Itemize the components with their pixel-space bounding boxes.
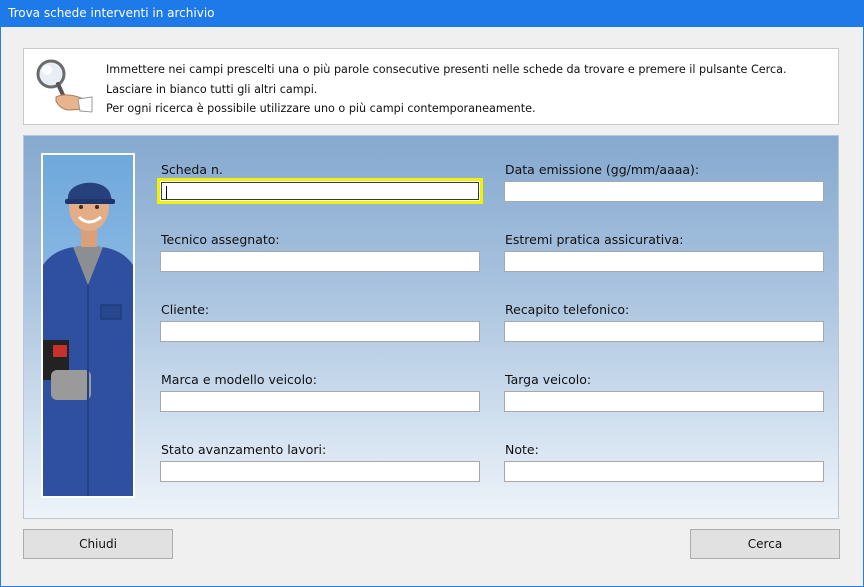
window-title: Trova schede interventi in archivio bbox=[0, 0, 864, 27]
pratica-assicurativa-label: Estremi pratica assicurativa: bbox=[505, 232, 684, 247]
instructions-box: Immettere nei campi prescelti una o più … bbox=[23, 48, 839, 125]
marca-modello-label: Marca e modello veicolo: bbox=[161, 372, 317, 387]
cliente-label: Cliente: bbox=[161, 302, 210, 317]
tecnico-input[interactable] bbox=[160, 251, 480, 272]
search-form-panel: Scheda n. Tecnico assegnato: Cliente: Ma… bbox=[23, 135, 839, 519]
stato-lavori-input[interactable] bbox=[160, 461, 480, 482]
close-button[interactable]: Chiudi bbox=[23, 529, 173, 559]
magnifier-icon bbox=[36, 59, 93, 113]
tecnico-label: Tecnico assegnato: bbox=[161, 232, 280, 247]
dialog-body: Immettere nei campi prescelti una o più … bbox=[1, 27, 863, 586]
scheda-label: Scheda n. bbox=[161, 162, 223, 177]
recapito-telefonico-input[interactable] bbox=[504, 321, 824, 342]
targa-input[interactable] bbox=[504, 391, 824, 412]
mechanic-photo bbox=[41, 153, 135, 498]
search-dialog-window: Trova schede interventi in archivio Imme… bbox=[0, 0, 864, 587]
note-label: Note: bbox=[505, 442, 539, 457]
targa-label: Targa veicolo: bbox=[505, 372, 592, 387]
search-button[interactable]: Cerca bbox=[690, 529, 840, 559]
marca-modello-input[interactable] bbox=[160, 391, 480, 412]
note-input[interactable] bbox=[504, 461, 824, 482]
text-caret bbox=[166, 186, 167, 199]
scheda-input[interactable] bbox=[157, 178, 483, 204]
instruction-line-2: Lasciare in bianco tutti gli altri campi… bbox=[106, 82, 318, 96]
instruction-line-1: Immettere nei campi prescelti una o più … bbox=[106, 63, 787, 76]
data-emissione-input[interactable] bbox=[504, 181, 824, 202]
stato-lavori-label: Stato avanzamento lavori: bbox=[161, 442, 327, 457]
cliente-input[interactable] bbox=[160, 321, 480, 342]
data-emissione-label: Data emissione (gg/mm/aaaa): bbox=[505, 162, 700, 177]
pratica-assicurativa-input[interactable] bbox=[504, 251, 824, 272]
instruction-line-3: Per ogni ricerca è possibile utilizzare … bbox=[106, 102, 536, 115]
recapito-telefonico-label: Recapito telefonico: bbox=[505, 302, 630, 317]
